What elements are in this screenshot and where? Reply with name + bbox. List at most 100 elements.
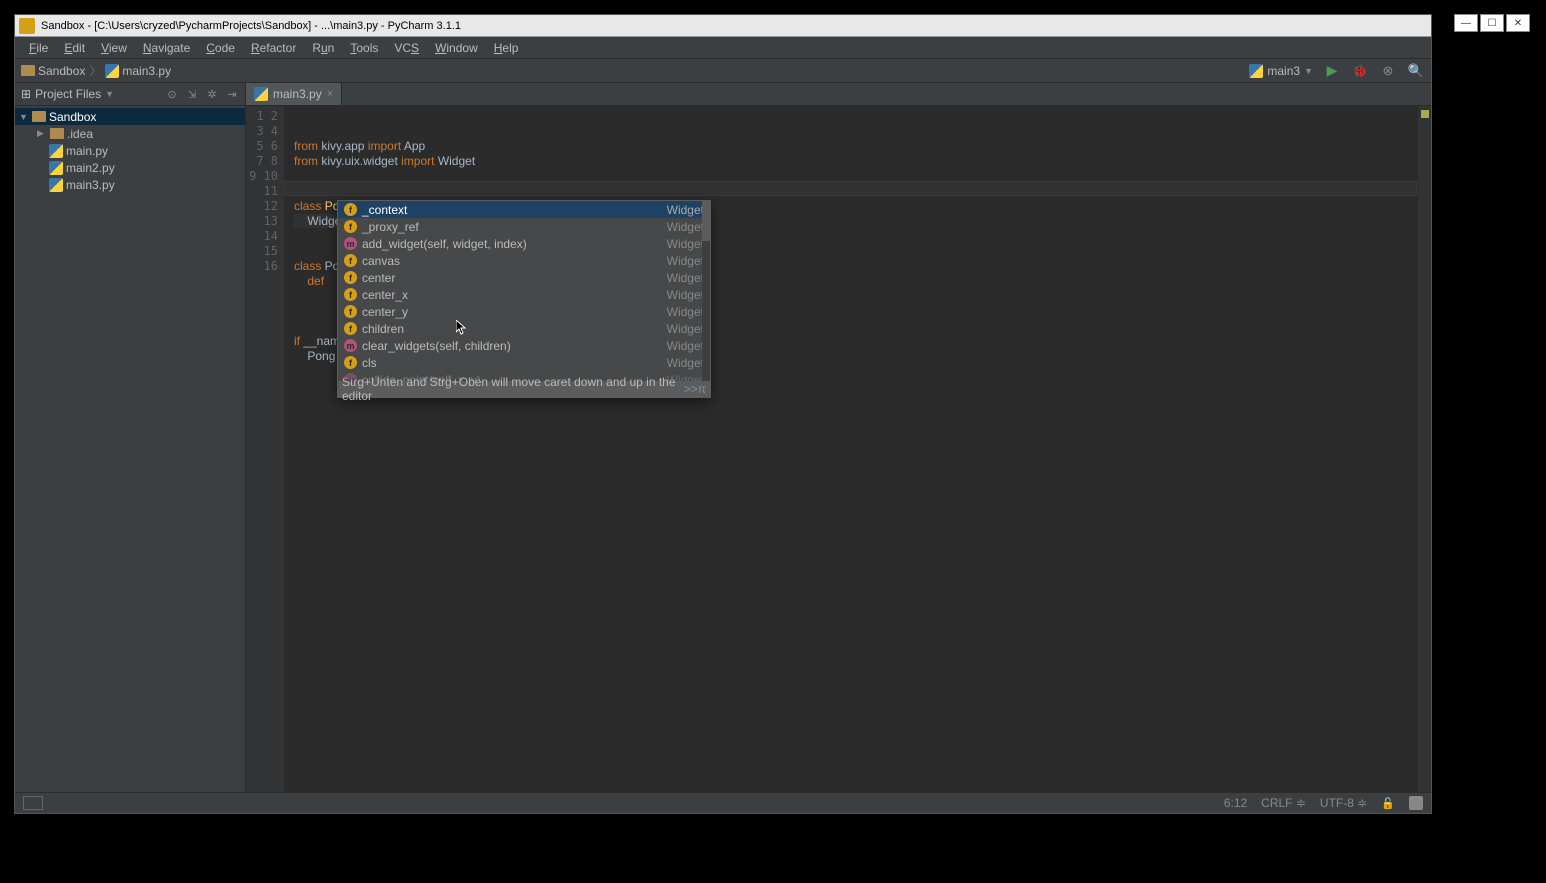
completion-label: center_x xyxy=(362,288,667,302)
completion-label: center_y xyxy=(362,305,667,319)
completion-item[interactable]: f children Widget xyxy=(338,320,710,337)
completion-item[interactable]: m clear_widgets(self, children) Widget xyxy=(338,337,710,354)
hector-icon[interactable] xyxy=(1409,796,1423,810)
popup-scrollbar[interactable] xyxy=(702,201,710,381)
editor-right-gutter xyxy=(1417,106,1431,792)
completion-hint: Strg+Unten and Strg+Oben will move caret… xyxy=(338,381,710,397)
breadcrumb-file[interactable]: main3.py xyxy=(105,64,171,78)
project-sidebar: ⊞ Project Files ▼ ⊙ ⇲ ✲ ⇥ ▼ Sandbox xyxy=(15,83,246,792)
completion-label: children xyxy=(362,322,667,336)
menu-edit[interactable]: Edit xyxy=(56,39,93,57)
field-icon: f xyxy=(344,220,357,233)
field-icon: f xyxy=(344,271,357,284)
breadcrumb-separator: 〉 xyxy=(89,62,101,79)
breadcrumb-root[interactable]: Sandbox xyxy=(21,64,85,78)
completion-type: Widget xyxy=(667,288,704,302)
hint-link[interactable]: >> xyxy=(684,382,698,396)
folder-icon xyxy=(32,111,46,122)
folder-icon xyxy=(21,65,35,76)
file-encoding[interactable]: UTF-8 ≑ xyxy=(1320,796,1367,810)
inspection-marker[interactable] xyxy=(1421,110,1429,118)
scroll-from-source-button[interactable]: ⊙ xyxy=(165,87,179,101)
minimize-button[interactable]: — xyxy=(1454,14,1478,32)
completion-label: collide_point(self, x, y) xyxy=(362,373,667,382)
expand-arrow-icon[interactable]: ▼ xyxy=(19,112,29,122)
completion-item[interactable]: f _context Widget xyxy=(338,201,710,218)
completion-item[interactable]: f center_x Widget xyxy=(338,286,710,303)
field-icon: f xyxy=(344,254,357,267)
completion-type: Widget xyxy=(667,305,704,319)
completion-item[interactable]: f center Widget xyxy=(338,269,710,286)
method-icon: m xyxy=(344,339,357,352)
run-config-selector[interactable]: main3 ▼ xyxy=(1249,64,1313,78)
tree-file[interactable]: main2.py xyxy=(15,159,245,176)
completion-type: Widget xyxy=(667,339,704,353)
tool-window-button[interactable] xyxy=(23,796,43,810)
menu-run[interactable]: Run xyxy=(304,39,342,57)
sidebar-header: ⊞ Project Files ▼ ⊙ ⇲ ✲ ⇥ xyxy=(15,83,245,106)
search-button[interactable]: 🔍 xyxy=(1407,62,1425,80)
tree-file[interactable]: main.py xyxy=(15,142,245,159)
completion-item[interactable]: m add_widget(self, widget, index) Widget xyxy=(338,235,710,252)
completion-type: Widget xyxy=(667,356,704,370)
tree-file[interactable]: main3.py xyxy=(15,176,245,193)
tab-label: main3.py xyxy=(273,87,322,101)
editor-area: main3.py × 1 2 3 4 5 6 7 8 9 10 11 12 13… xyxy=(246,83,1431,792)
pi-icon: π xyxy=(698,382,706,396)
run-config-label: main3 xyxy=(1267,64,1300,78)
field-icon: f xyxy=(344,203,357,216)
menu-tools[interactable]: Tools xyxy=(342,39,386,57)
tree-item-label: main.py xyxy=(66,144,108,158)
dropdown-arrow-icon: ▼ xyxy=(1304,66,1313,76)
close-button[interactable]: ✕ xyxy=(1506,14,1530,32)
completion-list[interactable]: f _context Widget f _proxy_ref Widget m … xyxy=(338,201,710,381)
completion-type: Widget xyxy=(667,237,704,251)
maximize-button[interactable]: ☐ xyxy=(1480,14,1504,32)
completion-item[interactable]: m collide_point(self, x, y) Widget xyxy=(338,371,710,381)
line-separator[interactable]: CRLF ≑ xyxy=(1261,796,1306,810)
python-icon xyxy=(49,178,63,192)
editor-tabs: main3.py × xyxy=(246,83,1431,106)
completion-item[interactable]: f cls Widget xyxy=(338,354,710,371)
caret-position: 6:12 xyxy=(1224,796,1247,810)
menu-file[interactable]: File xyxy=(21,39,56,57)
collapse-all-button[interactable]: ⇲ xyxy=(185,87,199,101)
menu-help[interactable]: Help xyxy=(486,39,527,57)
titlebar: Sandbox - [C:\Users\cryzed\PycharmProjec… xyxy=(15,15,1431,37)
completion-label: canvas xyxy=(362,254,667,268)
code-completion-popup[interactable]: f _context Widget f _proxy_ref Widget m … xyxy=(337,200,711,398)
settings-button[interactable]: ✲ xyxy=(205,87,219,101)
python-icon xyxy=(1249,64,1263,78)
stop-button[interactable]: ⊗ xyxy=(1379,62,1397,80)
window-controls: — ☐ ✕ xyxy=(1454,14,1530,32)
breadcrumb-root-label: Sandbox xyxy=(38,64,85,78)
editor-tab[interactable]: main3.py × xyxy=(246,83,342,105)
menu-vcs[interactable]: VCS xyxy=(386,39,427,57)
completion-item[interactable]: f _proxy_ref Widget xyxy=(338,218,710,235)
menu-code[interactable]: Code xyxy=(198,39,243,57)
sidebar-title[interactable]: ⊞ Project Files ▼ xyxy=(21,87,165,101)
window-title: Sandbox - [C:\Users\cryzed\PycharmProjec… xyxy=(41,20,1427,32)
menu-view[interactable]: View xyxy=(93,39,135,57)
completion-type: Widget xyxy=(667,373,704,382)
completion-item[interactable]: f center_y Widget xyxy=(338,303,710,320)
scrollbar-thumb[interactable] xyxy=(702,201,710,241)
python-icon xyxy=(49,161,63,175)
completion-type: Widget xyxy=(667,220,704,234)
readonly-toggle[interactable]: 🔓 xyxy=(1381,797,1395,810)
tree-folder-idea[interactable]: ▶ .idea xyxy=(15,125,245,142)
expand-arrow-icon[interactable]: ▶ xyxy=(37,128,47,139)
close-icon[interactable]: × xyxy=(327,88,333,100)
completion-item[interactable]: f canvas Widget xyxy=(338,252,710,269)
hide-button[interactable]: ⇥ xyxy=(225,87,239,101)
run-button[interactable]: ▶ xyxy=(1323,62,1341,80)
menu-navigate[interactable]: Navigate xyxy=(135,39,198,57)
menu-window[interactable]: Window xyxy=(427,39,486,57)
debug-button[interactable]: 🐞 xyxy=(1351,62,1369,80)
field-icon: f xyxy=(344,288,357,301)
tree-root[interactable]: ▼ Sandbox xyxy=(15,108,245,125)
dropdown-arrow-icon: ▼ xyxy=(105,89,114,99)
completion-type: Widget xyxy=(667,271,704,285)
field-icon: f xyxy=(344,305,357,318)
menu-refactor[interactable]: Refactor xyxy=(243,39,304,57)
